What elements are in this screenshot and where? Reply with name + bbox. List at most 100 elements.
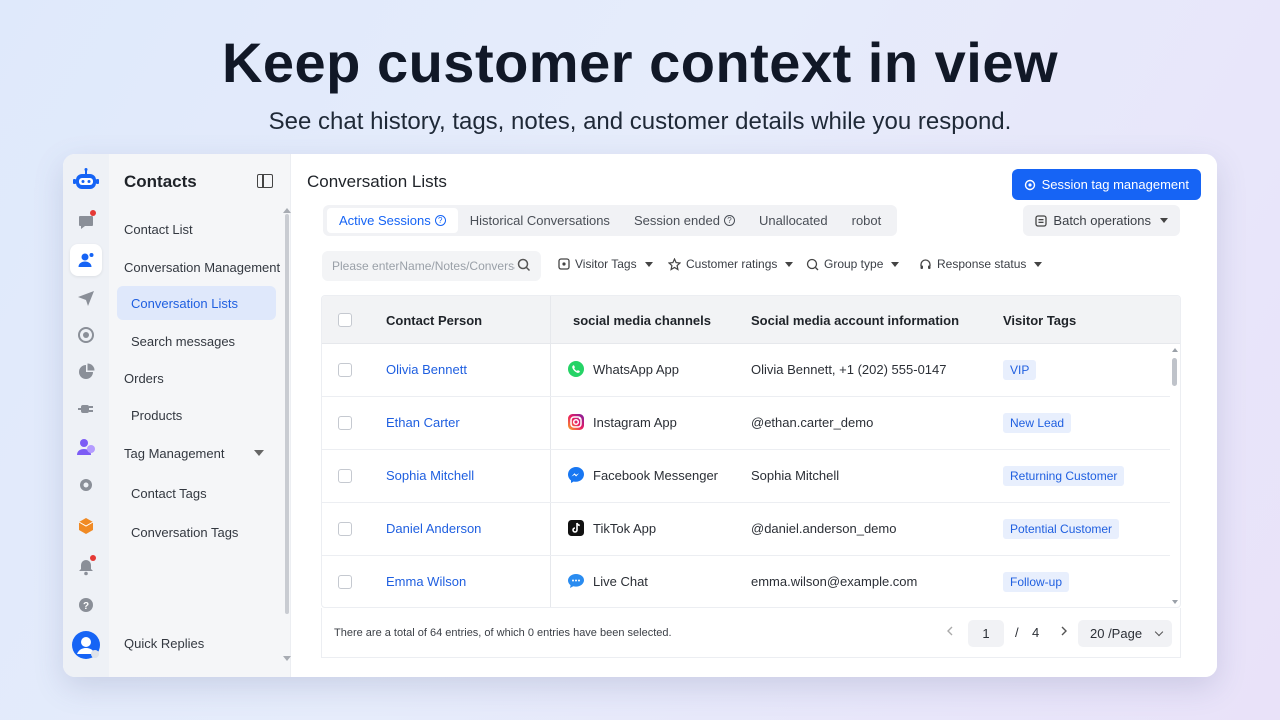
channel-label: Instagram App [593, 414, 677, 430]
caret-down-icon [1160, 218, 1168, 223]
help-icon[interactable]: ? [70, 589, 102, 621]
pie-chart-icon[interactable] [70, 356, 102, 388]
hero-title: Keep customer context in view [221, 31, 1059, 94]
table-row[interactable]: Emma Wilson Live Chat emma.wilson@exampl… [322, 556, 1170, 607]
next-page-icon[interactable] [1060, 626, 1068, 636]
page-size-label: 20 /Page [1090, 626, 1143, 641]
scroll-up-arrow[interactable] [283, 208, 291, 213]
caret-down-icon [1034, 261, 1043, 267]
search-icon[interactable] [517, 258, 531, 272]
filter-response-status[interactable]: Response status [919, 257, 1043, 271]
main-panel: Conversation Lists Session tag managemen… [291, 154, 1217, 677]
scroll-down-arrow[interactable] [283, 656, 291, 661]
headset-icon [920, 258, 931, 269]
table-row[interactable]: Ethan Carter Instagram App @ethan.carter… [322, 397, 1170, 450]
nav-item-conversation-lists[interactable]: Conversation Lists [117, 286, 276, 320]
tab-session-ended[interactable]: Session ended? [622, 208, 747, 233]
row-checkbox[interactable] [338, 575, 352, 589]
filter-group-type[interactable]: Group type [806, 257, 900, 271]
row-checkbox[interactable] [338, 522, 352, 536]
row-checkbox[interactable] [338, 363, 352, 377]
box-icon[interactable] [70, 509, 102, 541]
bot-logo-icon[interactable] [70, 164, 102, 196]
sidebar-collapse-icon[interactable] [257, 174, 273, 188]
nav-item-products[interactable]: Products [131, 408, 182, 423]
caret-down-icon [785, 261, 794, 267]
row-checkbox[interactable] [338, 416, 352, 430]
nav-header: Contacts [124, 172, 197, 191]
nav-scrollbar[interactable] [285, 214, 289, 614]
scroll-up-arrow[interactable] [1172, 348, 1178, 352]
target-icon[interactable] [70, 319, 102, 351]
notification-dot [90, 210, 96, 216]
page-title: Conversation Lists [307, 172, 447, 191]
table-row[interactable]: Olivia Bennett WhatsApp App Olivia Benne… [322, 344, 1170, 397]
button-label: Session tag management [1041, 177, 1189, 192]
search-input[interactable] [322, 251, 541, 281]
nav-item-conversation-tags[interactable]: Conversation Tags [131, 525, 238, 540]
caret-down-icon [891, 261, 900, 267]
nav-item-contact-list[interactable]: Contact List [124, 222, 193, 237]
table-row[interactable]: Daniel Anderson TikTok App @daniel.ander… [322, 503, 1170, 556]
tab-label: robot [851, 213, 882, 228]
help-icon: ? [723, 215, 735, 226]
contact-name-link[interactable]: Emma Wilson [386, 574, 466, 589]
contact-name-link[interactable]: Daniel Anderson [386, 521, 481, 536]
tab-robot[interactable]: robot [840, 208, 894, 233]
filter-customer-ratings[interactable]: Customer ratings [668, 257, 794, 271]
select-all-checkbox[interactable] [338, 313, 352, 327]
contact-name-link[interactable]: Sophia Mitchell [386, 468, 474, 483]
settings-icon[interactable] [70, 469, 102, 501]
nav-item-conversation-management[interactable]: Conversation Management [124, 260, 280, 275]
chat-icon[interactable] [70, 206, 102, 238]
user-avatar[interactable] [70, 629, 102, 661]
account-info: @daniel.anderson_demo [751, 521, 897, 536]
column-header-channel: social media channels [573, 313, 712, 328]
table-scrollbar[interactable] [1172, 358, 1177, 386]
chevron-down-icon [1154, 627, 1164, 637]
nav-item-tag-management[interactable]: Tag Management [124, 446, 224, 461]
channel-cell: TikTok App [567, 519, 656, 537]
contacts-icon[interactable] [70, 244, 102, 276]
live-chat-icon [568, 574, 584, 588]
send-icon[interactable] [70, 282, 102, 314]
nav-item-contact-tags[interactable]: Contact Tags [131, 486, 207, 501]
tab-active-sessions[interactable]: Active Sessions? [327, 208, 458, 233]
nav-item-quick-replies[interactable]: Quick Replies [124, 636, 204, 651]
tab-historical-conversations[interactable]: Historical Conversations [458, 208, 622, 233]
contact-name-link[interactable]: Olivia Bennett [386, 362, 467, 377]
team-icon[interactable] [70, 431, 102, 463]
scroll-down-arrow[interactable] [1172, 600, 1178, 604]
prev-page-icon[interactable] [946, 626, 954, 636]
visitor-tag-badge: VIP [1003, 360, 1037, 380]
channel-cell: Facebook Messenger [567, 466, 718, 484]
account-info: @ethan.carter_demo [751, 415, 874, 430]
filter-visitor-tags[interactable]: Visitor Tags [558, 257, 653, 271]
row-checkbox[interactable] [338, 469, 352, 483]
page-size-select[interactable]: 20 /Page [1078, 620, 1172, 647]
channel-cell: Live Chat [567, 572, 648, 590]
filter-label: Customer ratings [686, 257, 778, 271]
tab-label: Session ended [633, 213, 720, 228]
gear-icon [1024, 179, 1035, 190]
column-header-tags: Visitor Tags [1003, 313, 1077, 328]
plug-icon[interactable] [70, 393, 102, 425]
batch-operations-button[interactable]: Batch operations [1023, 205, 1180, 236]
tab-unallocated[interactable]: Unallocated [747, 208, 840, 233]
tab-label: Historical Conversations [469, 213, 610, 228]
nav-item-orders[interactable]: Orders [124, 371, 164, 386]
contact-name-link[interactable]: Ethan Carter [386, 415, 460, 430]
nav-item-search-messages[interactable]: Search messages [131, 334, 235, 349]
account-info: Sophia Mitchell [751, 468, 840, 483]
svg-text:?: ? [83, 601, 89, 612]
button-label: Batch operations [1053, 213, 1151, 228]
bell-icon[interactable] [70, 551, 102, 583]
instagram-icon [568, 414, 584, 430]
tab-label: Unallocated [758, 213, 828, 228]
channel-label: WhatsApp App [593, 361, 679, 377]
chevron-down-icon[interactable] [254, 450, 264, 456]
page-number-input[interactable]: 1 [968, 620, 1004, 647]
table-row[interactable]: Sophia Mitchell Facebook Messenger Sophi… [322, 450, 1170, 503]
session-tag-management-button[interactable]: Session tag management [1011, 169, 1201, 200]
nav-item-label: Conversation Lists [131, 295, 238, 311]
